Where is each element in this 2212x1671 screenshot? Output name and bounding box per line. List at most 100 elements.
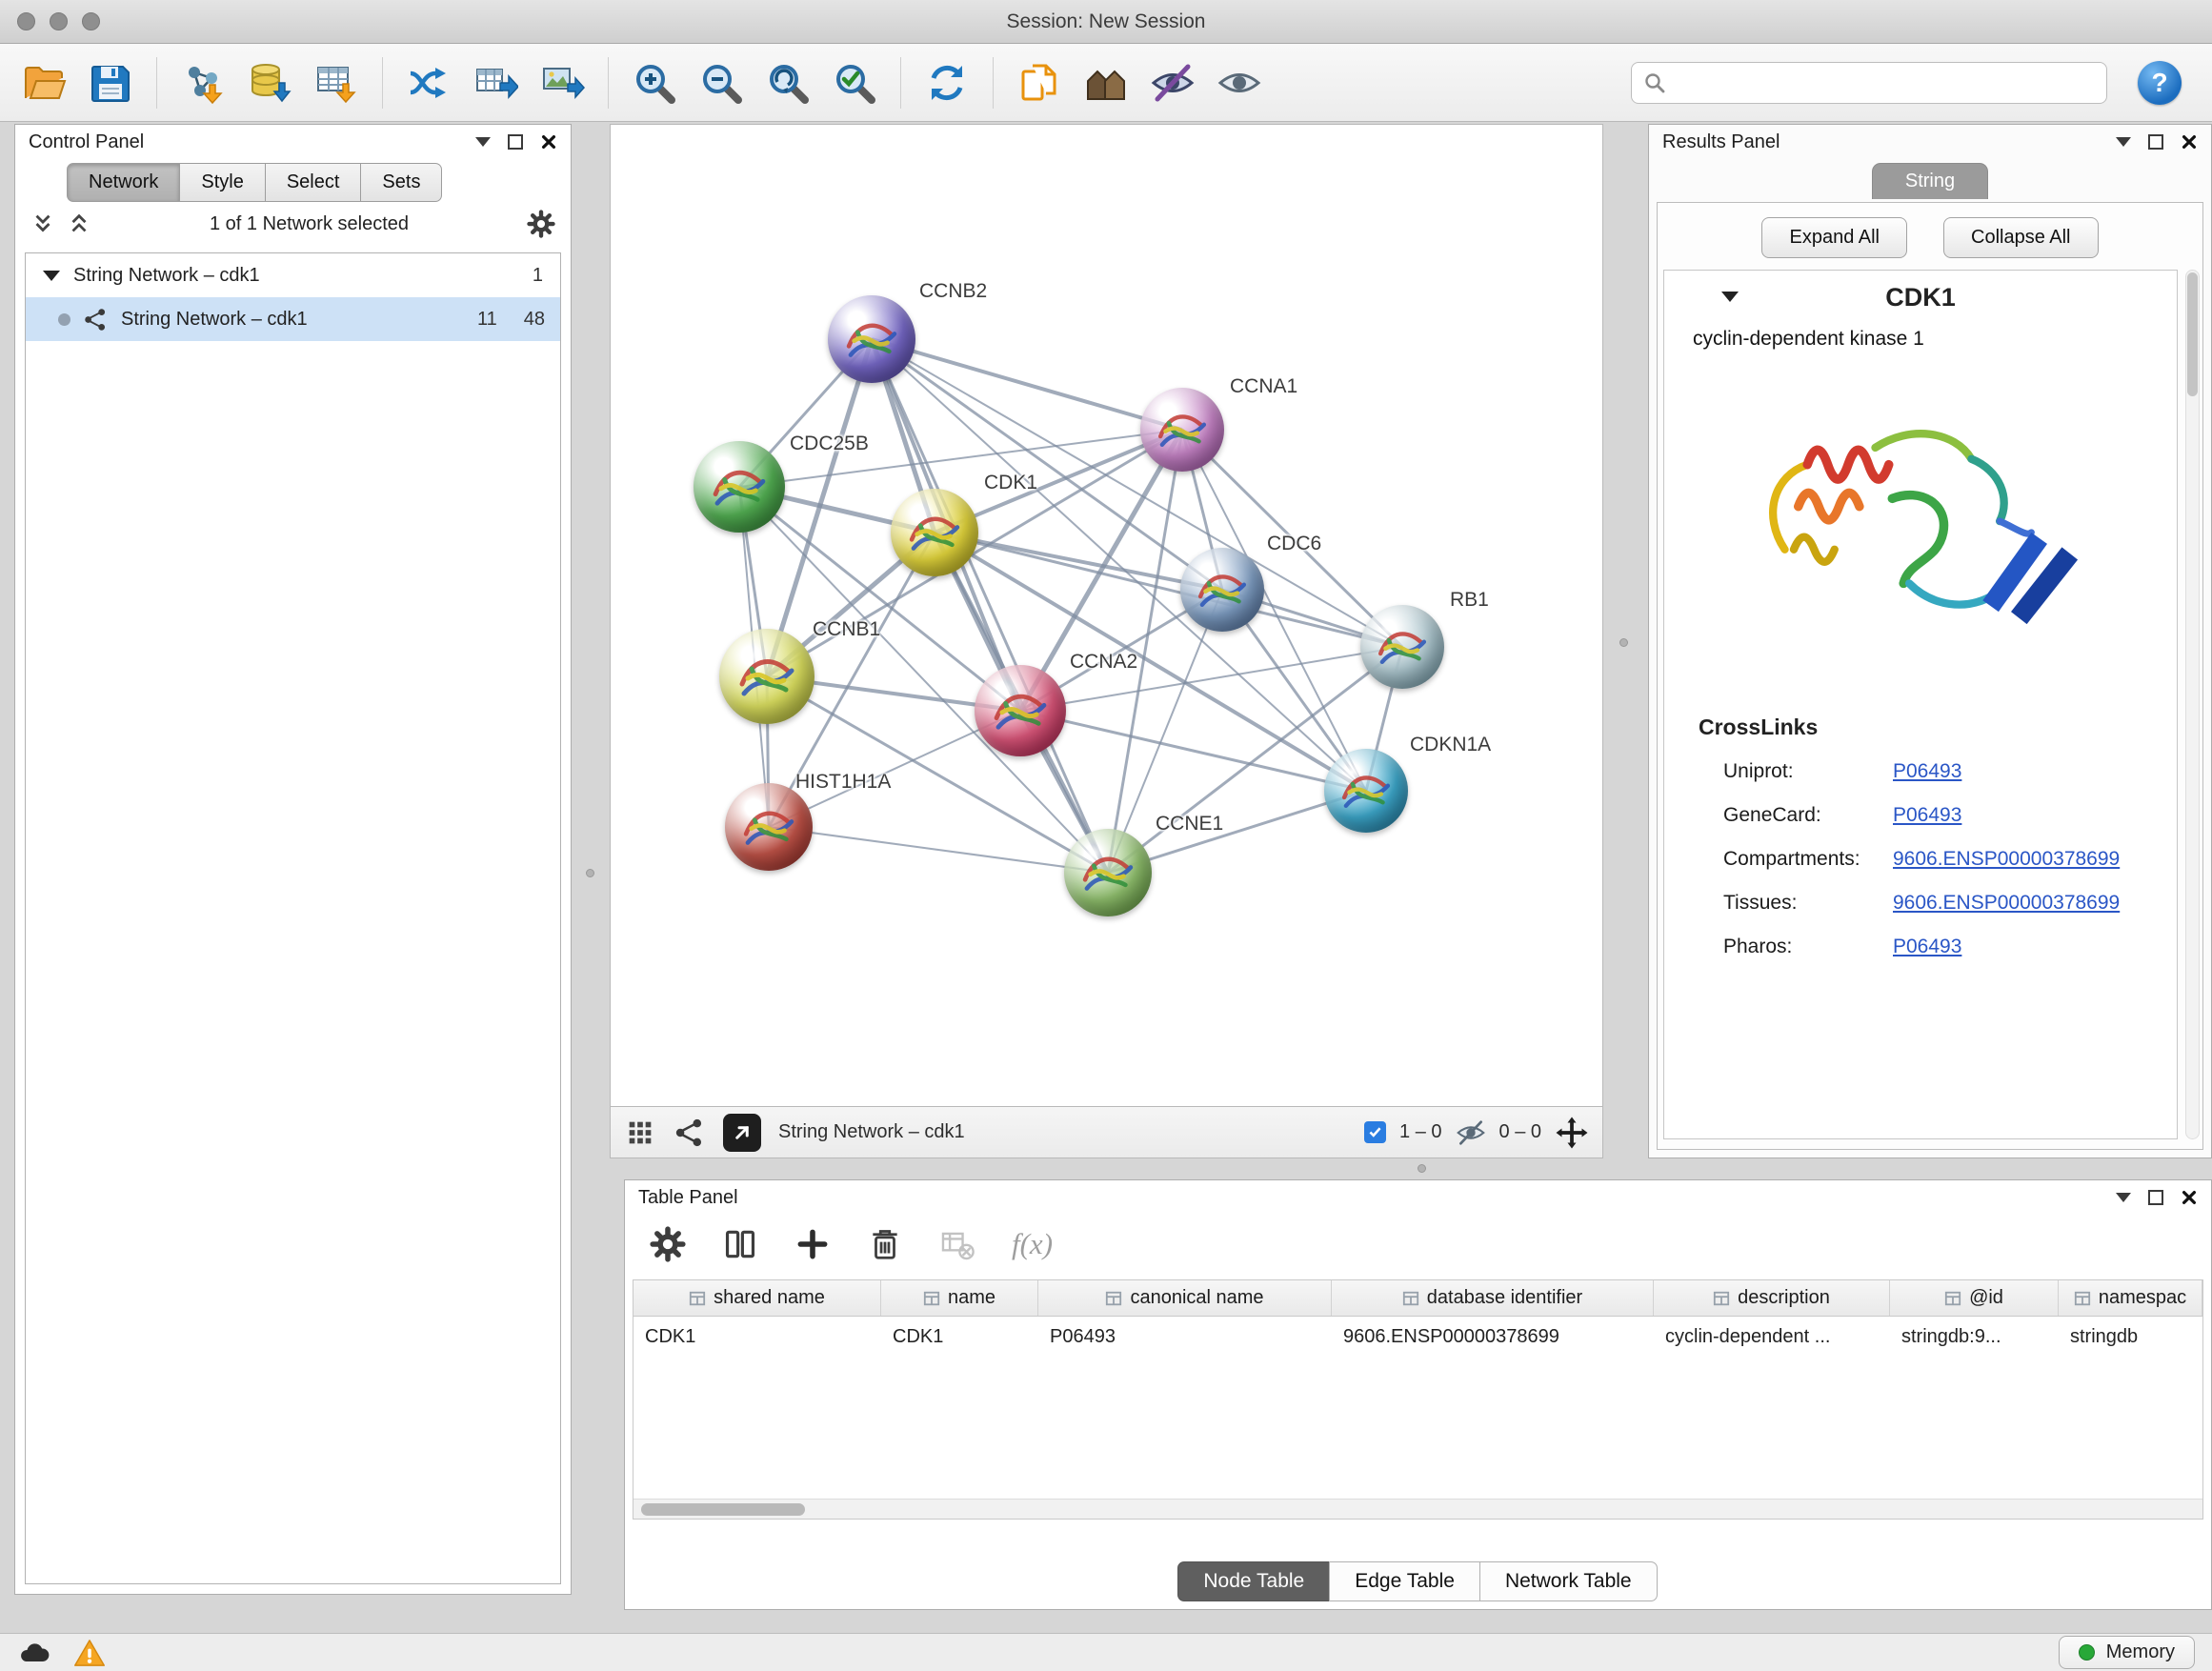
vertical-splitter-handle[interactable]	[586, 869, 594, 877]
cell-shared-name[interactable]: CDK1	[633, 1326, 881, 1348]
cell-namespace[interactable]: stringdb	[2059, 1326, 2202, 1348]
pan-move-icon[interactable]	[1555, 1116, 1589, 1150]
delete-column-trash-icon[interactable]	[867, 1226, 903, 1262]
add-column-icon[interactable]	[794, 1226, 831, 1262]
tissues-link[interactable]: 9606.ENSP00000378699	[1893, 892, 2120, 915]
network-mode-button[interactable]	[674, 1117, 706, 1149]
column-header-shared-name[interactable]: shared name	[633, 1280, 881, 1316]
network-node-cdk1[interactable]	[891, 489, 978, 576]
warning-button[interactable]	[72, 1638, 107, 1668]
network-canvas[interactable]: CCNB2CCNA1CDC25BCDK1CDC6RB1CCNB1CCNA2CDK…	[610, 124, 1603, 1107]
cell-canonical-name[interactable]: P06493	[1038, 1326, 1332, 1348]
card-collapse-caret-icon[interactable]	[1721, 292, 1739, 302]
column-header-namespace[interactable]: namespac	[2059, 1280, 2202, 1316]
tab-select[interactable]: Select	[266, 163, 362, 202]
panel-float-icon[interactable]	[2148, 1190, 2163, 1205]
panel-collapse-icon[interactable]	[475, 137, 491, 147]
network-node-cdkn1a[interactable]	[1324, 749, 1408, 833]
merge-networks-button[interactable]	[400, 53, 457, 112]
zoom-selected-button[interactable]	[826, 53, 883, 112]
tab-style[interactable]: Style	[180, 163, 265, 202]
network-node-rb1[interactable]	[1360, 605, 1444, 689]
tab-sets[interactable]: Sets	[361, 163, 442, 202]
tab-network-table[interactable]: Network Table	[1479, 1561, 1658, 1601]
panel-collapse-icon[interactable]	[2116, 1193, 2131, 1202]
horizontal-splitter-handle[interactable]	[1418, 1164, 1426, 1173]
gear-icon[interactable]	[527, 210, 555, 238]
network-node-ccna2[interactable]	[975, 665, 1066, 756]
show-columns-icon[interactable]	[722, 1226, 758, 1262]
zoom-out-button[interactable]	[693, 53, 750, 112]
window-minimize-button[interactable]	[50, 12, 68, 30]
window-zoom-button[interactable]	[82, 12, 100, 30]
column-header-database-identifier[interactable]: database identifier	[1332, 1280, 1654, 1316]
results-scrollbar-thumb[interactable]	[2187, 272, 2198, 396]
uniprot-link[interactable]: P06493	[1893, 760, 1961, 783]
panel-float-icon[interactable]	[2148, 134, 2163, 150]
panel-float-icon[interactable]	[508, 134, 523, 150]
zoom-in-button[interactable]	[626, 53, 683, 112]
cell-database-identifier[interactable]: 9606.ENSP00000378699	[1332, 1326, 1654, 1348]
tab-network[interactable]: Network	[67, 163, 180, 202]
column-header-name[interactable]: name	[881, 1280, 1038, 1316]
pharos-link[interactable]: P06493	[1893, 936, 1961, 958]
grid-view-button[interactable]	[624, 1117, 656, 1149]
network-node-cdc6[interactable]	[1180, 548, 1264, 632]
open-in-window-button[interactable]	[723, 1114, 761, 1152]
panel-close-icon[interactable]	[2181, 133, 2198, 151]
search-box[interactable]	[1631, 62, 2107, 104]
window-close-button[interactable]	[17, 12, 35, 30]
panel-collapse-icon[interactable]	[2116, 137, 2131, 147]
help-button[interactable]: ?	[2138, 61, 2182, 105]
copy-button[interactable]	[1011, 53, 1068, 112]
table-horizontal-scrollbar[interactable]	[633, 1499, 2202, 1519]
selected-items-checkbox-icon[interactable]	[1364, 1121, 1386, 1143]
table-settings-gear-icon[interactable]	[650, 1226, 686, 1262]
column-header-canonical-name[interactable]: canonical name	[1038, 1280, 1332, 1316]
genecard-link[interactable]: P06493	[1893, 804, 1961, 827]
network-node-ccnb2[interactable]	[828, 295, 915, 383]
table-row[interactable]: CDK1 CDK1 P06493 9606.ENSP00000378699 cy…	[633, 1317, 2202, 1357]
tab-string[interactable]: String	[1872, 163, 1988, 199]
network-node-ccna1[interactable]	[1140, 388, 1224, 472]
tab-edge-table[interactable]: Edge Table	[1329, 1561, 1480, 1601]
function-builder-button[interactable]: f(x)	[1012, 1227, 1053, 1261]
network-node-hist1h1a[interactable]	[725, 783, 813, 871]
collapse-all-button[interactable]: Collapse All	[1943, 217, 2099, 258]
tree-caret-icon[interactable]	[43, 271, 60, 281]
column-header-description[interactable]: description	[1654, 1280, 1890, 1316]
import-network-database-button[interactable]	[241, 53, 298, 112]
panel-close-icon[interactable]	[540, 133, 557, 151]
hide-graphics-details-button[interactable]	[1144, 53, 1201, 112]
panel-close-icon[interactable]	[2181, 1189, 2198, 1206]
network-node-cdc25b[interactable]	[694, 441, 785, 533]
cell-name[interactable]: CDK1	[881, 1326, 1038, 1348]
import-table-button[interactable]	[308, 53, 365, 112]
export-image-button[interactable]	[533, 53, 591, 112]
network-node-ccne1[interactable]	[1064, 829, 1152, 916]
table-scrollbar-thumb[interactable]	[641, 1503, 805, 1516]
search-input[interactable]	[1674, 71, 2095, 93]
compartments-link[interactable]: 9606.ENSP00000378699	[1893, 848, 2120, 871]
save-session-button[interactable]	[82, 53, 139, 112]
network-row-selected[interactable]: String Network – cdk1 11 48	[26, 297, 560, 341]
vertical-splitter-handle[interactable]	[1619, 638, 1628, 647]
memory-button[interactable]: Memory	[2059, 1636, 2195, 1669]
birdseye-view-button[interactable]	[1077, 53, 1135, 112]
collapse-all-icon[interactable]	[30, 211, 55, 236]
column-header-id[interactable]: @id	[1890, 1280, 2059, 1316]
import-network-file-button[interactable]	[174, 53, 231, 112]
show-graphics-details-button[interactable]	[1211, 53, 1268, 112]
tab-node-table[interactable]: Node Table	[1177, 1561, 1330, 1601]
open-session-button[interactable]	[15, 53, 72, 112]
refresh-button[interactable]	[918, 53, 975, 112]
network-node-ccnb1[interactable]	[719, 629, 814, 724]
zoom-fit-button[interactable]	[759, 53, 816, 112]
network-collection-row[interactable]: String Network – cdk1 1	[26, 253, 560, 297]
results-scrollbar[interactable]	[2185, 270, 2200, 1139]
export-network-button[interactable]	[467, 53, 524, 112]
cell-id[interactable]: stringdb:9...	[1890, 1326, 2059, 1348]
cell-description[interactable]: cyclin-dependent ...	[1654, 1326, 1890, 1348]
expand-all-icon[interactable]	[67, 211, 91, 236]
expand-all-button[interactable]: Expand All	[1761, 217, 1907, 258]
